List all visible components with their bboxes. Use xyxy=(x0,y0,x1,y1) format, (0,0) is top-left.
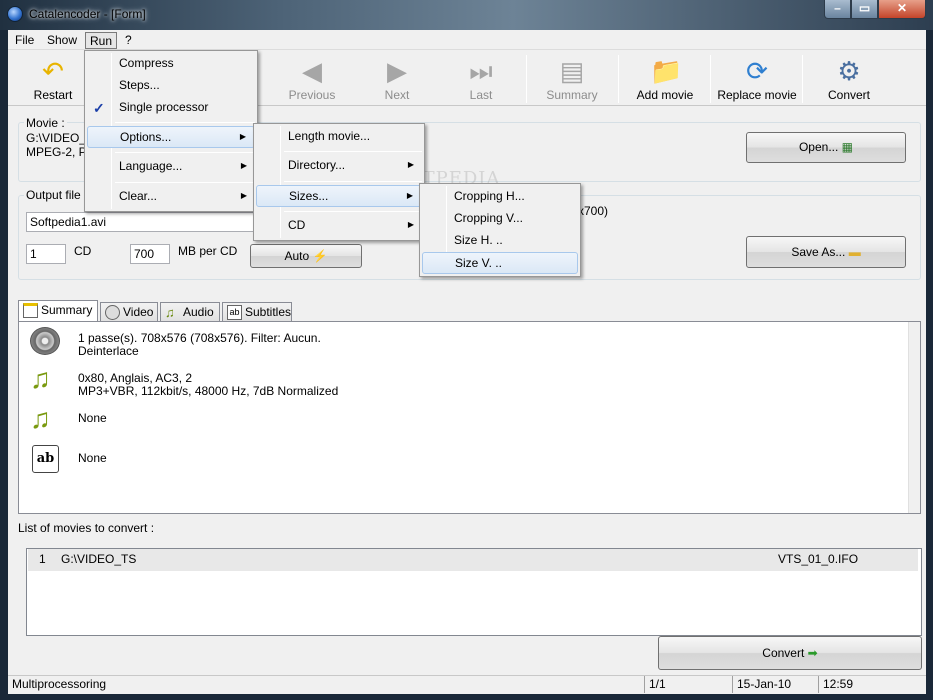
subtitle-icon: ab xyxy=(227,305,242,320)
subtitles-info: None xyxy=(78,451,107,465)
music-note-icon: ♫ xyxy=(30,403,51,434)
last-button[interactable]: ⏭ Last xyxy=(452,53,510,106)
output-filename-input[interactable] xyxy=(26,212,256,232)
toolbar-separator xyxy=(526,55,527,103)
menu-item-language[interactable]: Language... ▶ xyxy=(87,156,255,178)
restart-icon: ↶ xyxy=(42,56,64,86)
tab-audio[interactable]: ♫ Audio xyxy=(160,302,220,322)
menu-bar xyxy=(8,30,926,50)
convert-button[interactable]: Convert ➡ xyxy=(658,636,922,670)
menu-item-cropping-h[interactable]: Cropping H... xyxy=(422,186,578,208)
toolbar-separator xyxy=(802,55,803,103)
music-note-icon: ♫ xyxy=(165,305,175,320)
options-menu: Length movie... Directory... ▶ Sizes... ▶ … xyxy=(253,123,425,241)
menu-item-sizes[interactable]: Sizes... ▶ xyxy=(256,185,422,207)
film-reel-icon xyxy=(30,327,60,355)
audio1-info-line2: MP3+VBR, 112kbit/s, 48000 Hz, 7dB Normal… xyxy=(78,384,339,398)
next-button[interactable]: ▶ Next xyxy=(368,53,426,106)
magic-wand-icon: ⚡ xyxy=(312,249,328,263)
arrow-right-icon: ➡ xyxy=(807,646,818,660)
toolbar-separator xyxy=(618,55,619,103)
film-reel-icon xyxy=(105,305,120,320)
menu-help[interactable]: ? xyxy=(121,32,136,49)
music-note-icon: ♫ xyxy=(30,363,51,394)
menu-item-cropping-v[interactable]: Cropping V... xyxy=(422,208,578,230)
menu-show[interactable]: Show xyxy=(43,32,81,49)
convert-toolbar-button[interactable]: ⚙ Convert xyxy=(814,53,884,106)
submenu-arrow-icon: ▶ xyxy=(239,132,246,141)
row-file: VTS_01_0.IFO xyxy=(778,552,859,566)
folder-add-icon: 📁 xyxy=(650,56,683,86)
submenu-arrow-icon: ▶ xyxy=(407,220,414,229)
checkmark-icon: ✓ xyxy=(93,100,105,116)
video-info-line2: Deinterlace xyxy=(78,344,139,358)
menu-item-compress[interactable]: Compress xyxy=(87,53,255,75)
submenu-arrow-icon: ▶ xyxy=(406,191,413,200)
document-icon: ▤ xyxy=(559,56,585,86)
tab-subtitles[interactable]: ab Subtitles xyxy=(222,302,292,322)
maximize-button[interactable]: ▭ xyxy=(851,0,878,19)
title-bar: Catalencoder - [Form] xyxy=(0,0,933,30)
gear-icon: ⚙ xyxy=(837,56,861,86)
run-menu: Compress Steps... ✓ Single processor Opt… xyxy=(84,50,258,212)
add-movie-button[interactable]: 📁 Add movie xyxy=(626,53,704,106)
menu-item-options[interactable]: Options... ▶ xyxy=(87,126,255,148)
summary-panel xyxy=(18,321,921,514)
save-as-button[interactable]: Save As... ▬ xyxy=(746,236,906,268)
audio2-info: None xyxy=(78,411,107,425)
menu-item-length-movie[interactable]: Length movie... xyxy=(256,126,422,148)
mb-per-cd-input[interactable] xyxy=(130,244,170,264)
row-number: 1 xyxy=(39,552,46,566)
sizes-menu: Cropping H... Cropping V... Size H. .. S… xyxy=(419,183,581,277)
menu-run[interactable]: Run xyxy=(85,32,118,49)
submenu-arrow-icon: ▶ xyxy=(240,191,247,200)
menu-item-directory[interactable]: Directory... ▶ xyxy=(256,155,422,177)
document-icon xyxy=(23,303,38,318)
movies-list-label: List of movies to convert : xyxy=(18,521,155,535)
toolbar-separator xyxy=(710,55,711,103)
minimize-button[interactable]: – xyxy=(824,0,851,19)
output-size-text: x700) xyxy=(578,204,609,218)
window-title: Catalencoder - [Form] xyxy=(29,7,146,21)
submenu-arrow-icon: ▶ xyxy=(240,161,247,170)
replace-movie-button[interactable]: ⟳ Replace movie xyxy=(714,53,800,106)
skip-end-icon: ⏭ xyxy=(469,56,493,86)
refresh-icon: ⟳ xyxy=(746,56,768,86)
tab-summary[interactable]: Summary xyxy=(18,300,98,323)
summary-scrollbar[interactable] xyxy=(908,322,920,513)
movie-format: MPEG-2, P. xyxy=(26,145,89,159)
menu-item-size-h[interactable]: Size H. .. xyxy=(422,230,578,252)
status-time: 12:59 xyxy=(818,676,918,693)
status-page: 1/1 xyxy=(644,676,728,693)
submenu-arrow-icon: ▶ xyxy=(407,160,414,169)
cd-label: CD xyxy=(74,244,92,258)
app-icon[interactable] xyxy=(7,6,23,22)
restart-button[interactable]: ↶ Restart xyxy=(24,53,82,106)
subtitle-icon: ab xyxy=(32,445,59,473)
open-button[interactable]: Open... ▦ xyxy=(746,132,906,163)
cd-count-input[interactable] xyxy=(26,244,66,264)
movie-label: Movie : xyxy=(24,116,67,130)
status-date: 15-Jan-10 xyxy=(732,676,816,693)
tab-video[interactable]: Video xyxy=(100,302,158,322)
arrow-right-icon: ▶ xyxy=(387,56,407,86)
film-icon: ▦ xyxy=(841,140,854,154)
arrow-left-icon: ◀ xyxy=(302,56,322,86)
movie-path: G:\VIDEO_ xyxy=(26,131,87,145)
row-path: G:\VIDEO_TS xyxy=(61,552,137,566)
menu-item-clear[interactable]: Clear... ▶ xyxy=(87,186,255,208)
folder-icon: ▬ xyxy=(848,245,861,259)
menu-file[interactable]: File xyxy=(11,32,38,49)
output-label: Output file : xyxy=(24,188,90,202)
menu-item-steps[interactable]: Steps... xyxy=(87,75,255,97)
status-text: Multiprocessoring xyxy=(12,677,107,691)
close-button[interactable]: ✕ xyxy=(878,0,926,19)
previous-button[interactable]: ◀ Previous xyxy=(282,53,342,106)
menu-item-size-v[interactable]: Size V. .. xyxy=(422,252,578,274)
auto-button[interactable]: Auto ⚡ xyxy=(250,244,362,268)
menu-item-single-processor[interactable]: ✓ Single processor xyxy=(87,97,255,119)
mb-per-cd-label: MB per CD xyxy=(178,244,238,258)
menu-item-cd[interactable]: CD ▶ xyxy=(256,215,422,237)
summary-button[interactable]: ▤ Summary xyxy=(536,53,608,106)
